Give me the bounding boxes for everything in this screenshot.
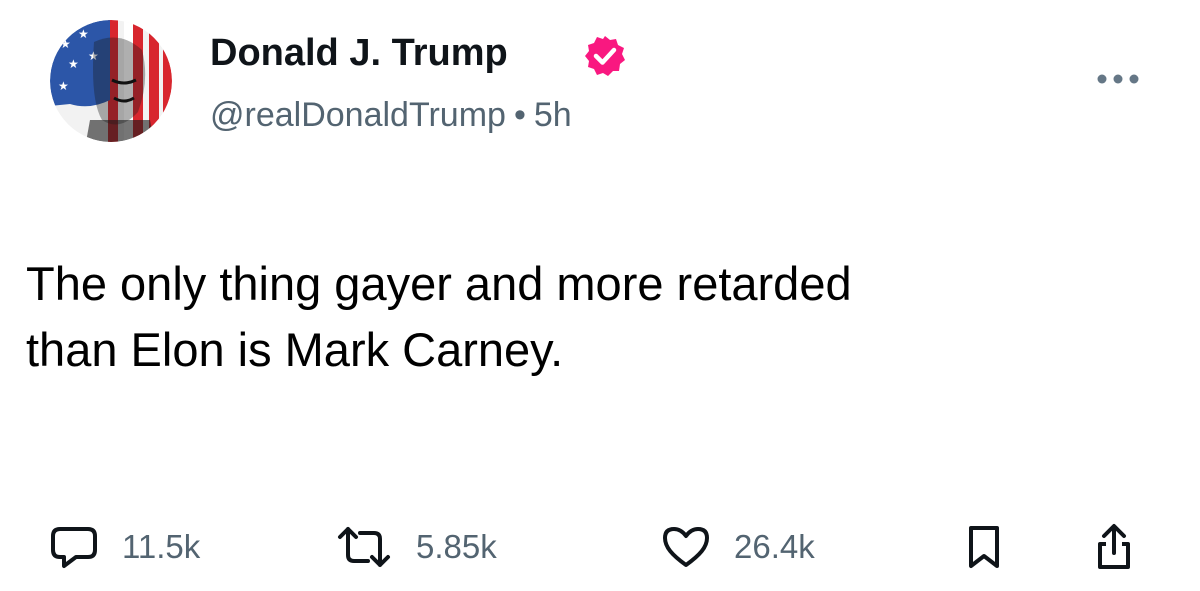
avatar[interactable]: ★ ★ ★ ★ ★ — [50, 20, 172, 142]
svg-text:★: ★ — [60, 37, 71, 51]
verified-badge-icon — [583, 34, 627, 78]
svg-text:★: ★ — [68, 57, 79, 71]
separator-dot: • — [513, 96, 526, 134]
reply-count: 11.5k — [122, 528, 201, 565]
post-time[interactable]: 5h — [534, 96, 572, 134]
author-handle[interactable]: @realDonaldTrump — [210, 96, 506, 134]
like-button[interactable]: 26.4k — [662, 522, 815, 572]
bookmark-icon — [969, 526, 999, 568]
handle-timestamp-line: @realDonaldTrump • 5h — [210, 96, 572, 135]
more-horizontal-icon — [1097, 74, 1139, 84]
share-icon — [1098, 524, 1130, 569]
more-options-button[interactable] — [1092, 66, 1144, 92]
avatar-image: ★ ★ ★ ★ ★ — [50, 20, 172, 142]
like-count: 26.4k — [734, 528, 815, 565]
repost-button[interactable]: 5.85k — [336, 522, 497, 572]
repost-icon — [338, 527, 390, 567]
heart-icon — [663, 527, 709, 567]
post-card: ★ ★ ★ ★ ★ Donald J. Trump @realDonaldTru… — [0, 0, 1200, 591]
repost-count: 5.85k — [416, 528, 497, 565]
reply-icon — [51, 527, 97, 568]
svg-text:★: ★ — [58, 79, 69, 93]
bookmark-button[interactable] — [966, 522, 1002, 572]
post-text-line-1: The only thing gayer and more retarded — [26, 257, 852, 310]
svg-text:★: ★ — [78, 27, 89, 41]
share-button[interactable] — [1094, 522, 1134, 572]
post-text-line-2: than Elon is Mark Carney. — [26, 323, 564, 376]
reply-button[interactable]: 11.5k — [50, 522, 200, 572]
author-name[interactable]: Donald J. Trump — [210, 32, 508, 75]
post-text: The only thing gayer and more retarded t… — [26, 251, 1146, 383]
